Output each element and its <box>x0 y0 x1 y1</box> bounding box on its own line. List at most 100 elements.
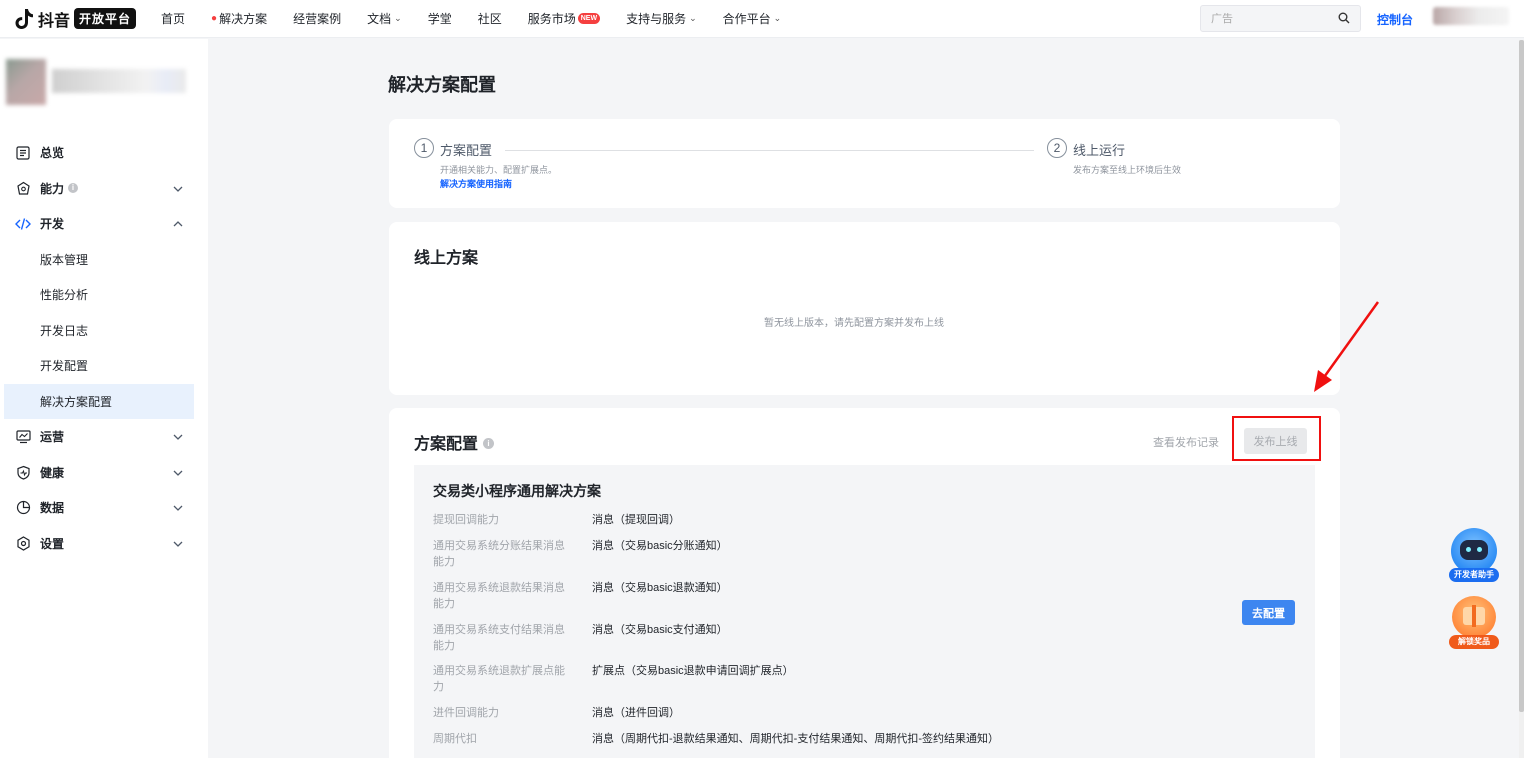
sidebar-subitem-version[interactable]: 版本管理 <box>0 242 208 278</box>
solution-name: 交易类小程序通用解决方案 <box>433 483 601 499</box>
capability-value: 消息（交易basic退款通知） <box>592 582 728 594</box>
sidebar-subitem-dev-config[interactable]: 开发配置 <box>0 348 208 384</box>
nav-label: 解决方案 <box>219 12 268 26</box>
sidebar-item-label: 开发 <box>40 217 65 232</box>
capability-value: 消息（交易basic分账通知） <box>592 540 728 552</box>
chevron-down-icon <box>173 434 183 440</box>
reward-label: 解锁奖品 <box>1449 635 1499 649</box>
capability-value: 扩展点（交易basic退款申请回调扩展点） <box>592 665 794 677</box>
chevron-down-icon <box>173 505 183 511</box>
nav-label: 经营案例 <box>293 12 342 26</box>
chevron-down-icon: ⌄ <box>689 13 697 23</box>
capability-value: 消息（提现回调） <box>592 514 680 526</box>
empty-state-text: 暂无线上版本，请先配置方案并发布上线 <box>764 318 944 329</box>
nav-item-solutions[interactable]: ● 解决方案 <box>211 10 267 27</box>
capability-value: 消息（进件回调） <box>592 707 680 719</box>
chevron-down-icon <box>173 186 183 192</box>
nav-label: 首页 <box>161 12 186 26</box>
sidebar-item-data[interactable]: 数据 <box>0 490 208 526</box>
sidebar-item-capability[interactable]: 能力 i <box>0 171 208 207</box>
robot-eye <box>1477 547 1482 552</box>
page-title: 解决方案配置 <box>388 75 496 95</box>
scrollbar-thumb[interactable] <box>1519 40 1524 712</box>
app-icon <box>6 59 46 105</box>
nav-item-home[interactable]: 首页 <box>161 10 185 27</box>
robot-eye <box>1466 547 1471 552</box>
sidebar-item-overview[interactable]: 总览 <box>0 135 208 171</box>
solution-guide-link[interactable]: 解决方案使用指南 <box>440 177 512 190</box>
douyin-note-icon <box>15 8 33 29</box>
assistant-label: 开发者助手 <box>1449 568 1499 582</box>
step-1-title: 方案配置 <box>440 143 493 158</box>
app-name[interactable] <box>52 69 186 93</box>
capability-label: 提现回调能力 <box>433 514 499 526</box>
capability-label: 通用交易系统退款结果消息能力 <box>433 582 565 610</box>
sidebar-item-operation[interactable]: 运营 <box>0 419 208 455</box>
logo-text: 抖音 <box>38 12 71 30</box>
sidebar: 总览 能力 i 开发 版本管理 性能分析 开发日志 开发配置 解决方案配置 运营 <box>0 39 208 758</box>
step-1-number: 1 <box>414 138 434 158</box>
robot-face <box>1460 540 1488 560</box>
capability-label: 通用交易系统支付结果消息能力 <box>433 624 565 652</box>
nav-label: 学堂 <box>427 12 452 26</box>
sidebar-subitem-label: 解决方案配置 <box>40 394 113 409</box>
capability-value: 消息（交易basic支付通知） <box>592 624 728 636</box>
sidebar-menu: 总览 能力 i 开发 版本管理 性能分析 开发日志 开发配置 解决方案配置 运营 <box>0 135 208 561</box>
capability-label: 周期代扣 <box>433 733 477 745</box>
nav-item-docs[interactable]: 文档 ⌄ <box>367 10 402 27</box>
sidebar-item-label: 数据 <box>40 501 65 516</box>
nav-item-academy[interactable]: 学堂 <box>428 10 452 27</box>
sidebar-item-label: 健康 <box>40 465 65 480</box>
data-icon <box>15 500 31 516</box>
sidebar-item-health[interactable]: 健康 <box>0 455 208 491</box>
sidebar-item-label: 运营 <box>40 430 65 445</box>
nav-item-partner[interactable]: 合作平台 ⌄ <box>723 10 782 27</box>
view-publish-records-link[interactable]: 查看发布记录 <box>1153 434 1219 450</box>
nav-label: 支持与服务 <box>626 12 687 26</box>
logo-badge: 开放平台 <box>74 8 137 29</box>
sidebar-item-label: 设置 <box>40 536 65 551</box>
annotation-highlight-box <box>1232 416 1321 461</box>
go-config-button[interactable]: 去配置 <box>1242 600 1295 625</box>
capability-label: 进件回调能力 <box>433 707 499 719</box>
chevron-down-icon <box>173 470 183 476</box>
step-1-desc: 开通相关能力、配置扩展点。 <box>440 165 558 175</box>
sidebar-subitem-dev-log[interactable]: 开发日志 <box>0 313 208 349</box>
nav-label: 合作平台 <box>722 12 771 26</box>
capability-icon <box>15 180 31 196</box>
nav-label: 服务市场 <box>527 12 576 26</box>
console-link[interactable]: 控制台 <box>1377 11 1413 28</box>
chevron-down-icon: ⌄ <box>394 13 402 23</box>
nav-label: 社区 <box>477 12 502 26</box>
capability-label: 通用交易系统退款扩展点能力 <box>433 665 565 693</box>
sidebar-item-label: 总览 <box>40 146 65 161</box>
sidebar-subitem-solution-config[interactable]: 解决方案配置 <box>4 383 194 419</box>
search-icon[interactable] <box>1338 12 1350 24</box>
search-box <box>1200 5 1361 32</box>
step-2-number: 2 <box>1047 138 1067 158</box>
douyin-logo[interactable]: 抖音 开放平台 <box>14 0 137 38</box>
solution-config-title-text: 方案配置 <box>414 436 479 453</box>
step-2-desc: 发布方案至线上环境后生效 <box>1073 165 1182 175</box>
sidebar-item-settings[interactable]: 设置 <box>0 526 208 562</box>
new-badge: NEW <box>577 13 601 24</box>
search-input[interactable] <box>1201 12 1326 25</box>
nav-item-cases[interactable]: 经营案例 <box>293 10 341 27</box>
nav-menu: 首页 ● 解决方案 经营案例 文档 ⌄ 学堂 社区 服务市场 NEW 支持与服务 ⌄ 合… <box>161 10 807 27</box>
operation-icon <box>15 429 31 445</box>
fire-icon: ● <box>211 13 218 24</box>
sidebar-subitem-performance[interactable]: 性能分析 <box>0 277 208 313</box>
nav-item-support[interactable]: 支持与服务 ⌄ <box>626 10 697 27</box>
nav-item-community[interactable]: 社区 <box>478 10 502 27</box>
nav-item-market[interactable]: 服务市场 NEW <box>527 10 601 27</box>
capability-label: 通用交易系统分账结果消息能力 <box>433 540 565 568</box>
user-avatar[interactable] <box>1433 7 1509 25</box>
sidebar-item-dev[interactable]: 开发 <box>0 206 208 242</box>
code-icon <box>15 216 31 232</box>
step-divider <box>505 150 1034 151</box>
online-solution-card <box>389 222 1340 395</box>
info-icon[interactable]: i <box>483 437 495 449</box>
chevron-down-icon: ⌄ <box>773 13 782 23</box>
chevron-up-icon <box>173 221 183 227</box>
settings-icon <box>15 535 31 551</box>
